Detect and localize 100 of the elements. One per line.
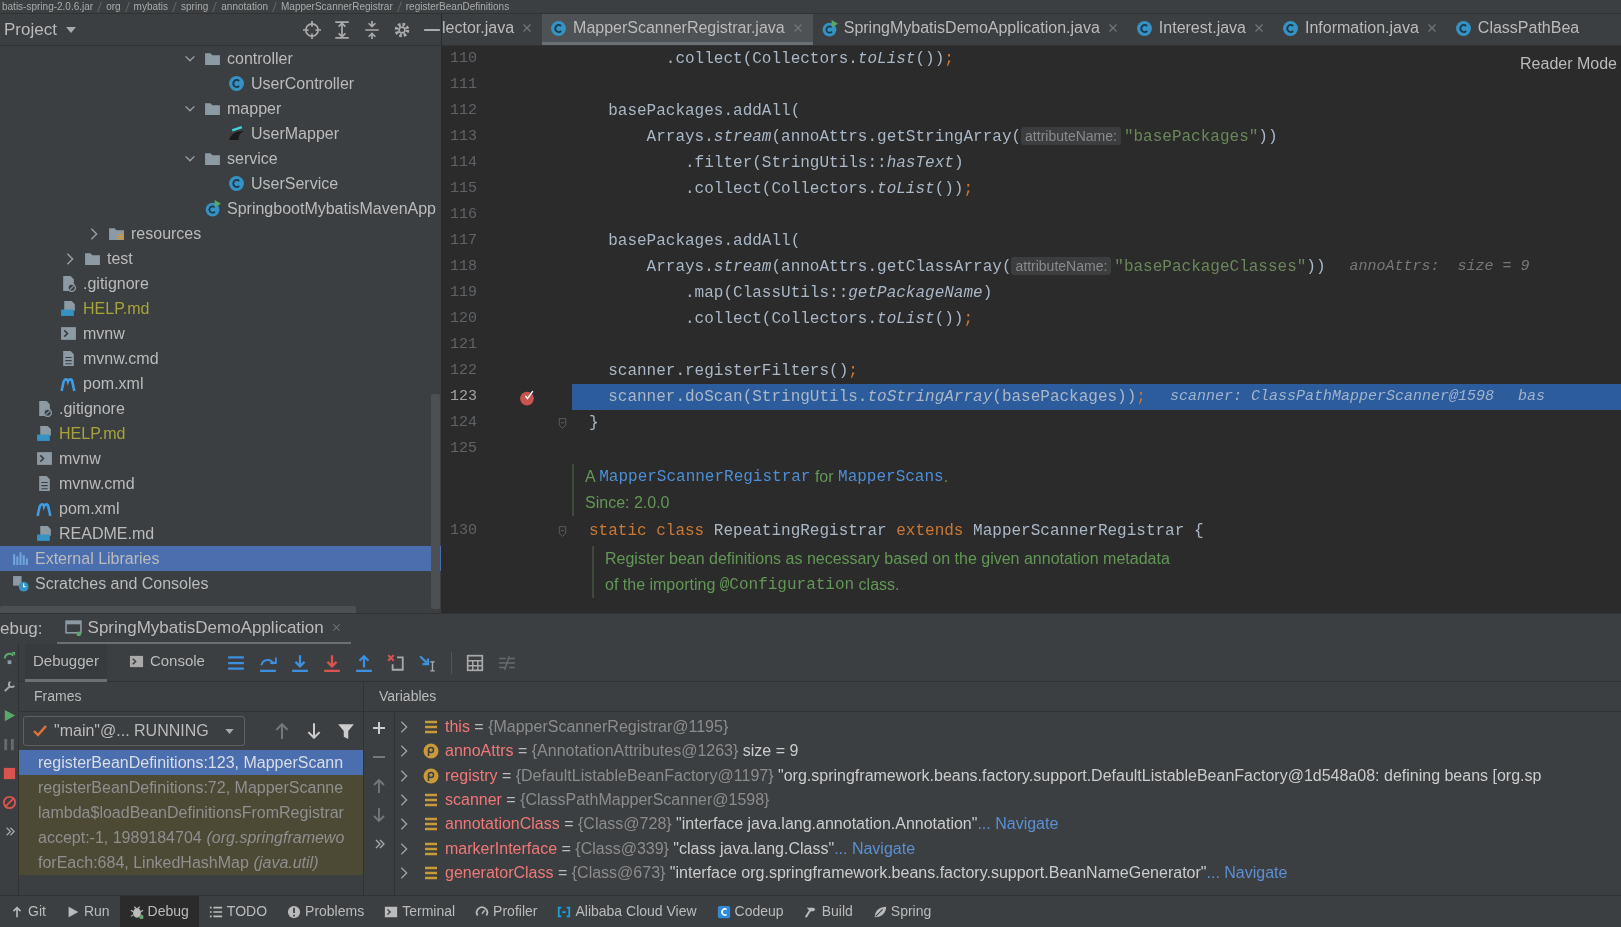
tree-row[interactable]: UserMapper [0,121,441,146]
object-reference: {Class@339} [575,838,669,859]
tool-window-button[interactable]: Codeup [706,895,794,927]
tree-row[interactable]: mvnw [0,321,441,346]
tree-row[interactable]: .gitignore [0,271,441,296]
breadcrumb[interactable]: spring [181,0,209,13]
project-dropdown[interactable]: Project [4,16,79,43]
tool-window-button[interactable]: Build [793,895,863,927]
stop-icon[interactable] [1,766,17,781]
tool-window-button[interactable]: Run [55,895,120,927]
tool-window-button[interactable]: Spring [862,895,942,927]
navigate-link[interactable]: ... Navigate [834,836,916,861]
tree-row[interactable]: mvnw.cmd [0,471,441,496]
parameter-hint: attributeName: [1011,257,1112,275]
settings-icon[interactable] [393,20,411,39]
variable-value: size = 9 [741,741,799,762]
ignore-file-icon [60,275,77,292]
tree-row[interactable]: .gitignore [0,396,441,421]
item-label: README.md [59,523,155,544]
breadcrumb[interactable]: registerBeanDefinitions [405,0,510,13]
scrollbar[interactable] [0,606,356,613]
view-tab[interactable]: Console [120,643,213,682]
wrench-icon[interactable] [1,679,17,694]
tool-window-button[interactable]: Debug [119,895,199,927]
tool-window-button[interactable]: Git [0,895,56,927]
tree-row[interactable]: HELP.md [0,296,441,321]
item-label: UserService [251,173,339,194]
force-step-into-icon[interactable] [322,653,341,672]
editor-tab[interactable]: SpringMybatisDemoApplication.java [812,14,1128,45]
parameter-icon [423,767,439,784]
editor-tab[interactable]: MapperScannerRegistrar.java [542,14,813,45]
doc-comment: Register bean definitions as necessary based on the given annotation metadata [605,549,1171,569]
code-line: .collect(Collectors.toList()); [664,49,954,70]
breadcrumb[interactable]: org [106,0,121,13]
tree-row[interactable]: UserController [0,71,441,96]
breadcrumb[interactable]: MapperScannerRegistrar [281,0,393,13]
tree-row[interactable]: SpringbootMybatisMavenApp [0,196,441,221]
field-icon [423,719,439,736]
item-label: .gitignore [59,398,125,419]
text-file-icon [36,475,53,492]
editor-tab[interactable]: Interest.java [1127,14,1274,45]
step-out-icon[interactable] [354,653,373,672]
editor-tab[interactable]: ClassPathBea [1446,14,1588,45]
stack-frame[interactable]: forEach:684, LinkedHashMap (java.util) [19,850,363,875]
line-number: 115 [449,178,478,199]
tree-row[interactable]: mvnw.cmd [0,346,441,371]
breadcrumb[interactable]: annotation [221,0,269,13]
tree-row[interactable]: HELP.md [0,421,441,446]
editor-tab[interactable]: Information.java [1274,14,1447,45]
tree-row[interactable]: controller [0,46,441,71]
arrow-down-icon[interactable] [305,722,323,740]
mute-breakpoints-icon[interactable] [1,795,17,810]
tool-window-button[interactable]: Problems [277,895,375,927]
expand-all-icon[interactable] [333,20,351,39]
navigate-link[interactable]: ... Navigate [977,812,1059,837]
run-to-cursor-icon[interactable] [418,653,437,672]
list-icon[interactable] [226,653,245,672]
field-icon [423,864,439,881]
scrollbar[interactable] [431,394,440,609]
doc-link[interactable]: MapperScans [838,465,944,489]
breadcrumb[interactable]: mybatis [133,0,169,13]
thread-dropdown[interactable]: "main"@... RUNNING [23,716,245,746]
tree-row[interactable]: mvnw [0,446,441,471]
tool-window-button[interactable]: TODO [198,895,278,927]
tree-row[interactable]: pom.xml [0,371,441,396]
item-label: UserController [251,73,355,94]
tree-row[interactable]: UserService [0,171,441,196]
stack-frame[interactable]: registerBeanDefinitions:72, MapperScanne [19,775,363,800]
tree-row[interactable]: Scratches and Consoles [0,571,441,596]
rerun-icon[interactable] [1,650,17,665]
variable-value: "class java.lang.Class" [672,838,835,859]
add-icon[interactable] [371,720,387,736]
filter-icon[interactable] [337,722,355,740]
tree-row[interactable]: service [0,146,441,171]
locate-icon[interactable] [303,20,321,39]
navigate-link[interactable]: ... Navigate [1206,860,1288,885]
tree-row[interactable]: README.md [0,521,441,546]
step-into-icon[interactable] [290,653,309,672]
debug-label: ebug: [0,618,43,641]
editor-tab[interactable]: lector.java [442,14,543,45]
doc-link[interactable]: MapperScannerRegistrar [599,465,811,489]
tree-row[interactable]: mapper [0,96,441,121]
breadcrumb[interactable]: batis-spring-2.0.6.jar [2,0,94,13]
tree-row[interactable]: resources [0,221,441,246]
tree-row[interactable]: pom.xml [0,496,441,521]
stack-frame[interactable]: lambda$loadBeanDefinitionsFromRegistrar [19,800,363,825]
stack-frame[interactable]: accept:-1, 1989184704 (org.springframewo [19,825,363,850]
breakpoint-icon[interactable] [518,388,536,406]
tool-window-button[interactable]: Profiler [465,895,548,927]
tool-window-button[interactable]: Terminal [374,895,466,927]
tool-window-button[interactable]: Alibaba Cloud View [547,895,707,927]
code-line: } [589,413,599,434]
code-line: static class RepeatingRegistrar extends MapperScannerRegistrar { [589,521,1204,542]
collapse-all-icon[interactable] [363,20,381,39]
calculator-icon[interactable] [465,653,484,672]
stack-frame[interactable]: registerBeanDefinitions:123, MapperScann [19,750,363,775]
drop-frame-icon[interactable] [386,653,405,672]
view-tab[interactable]: Debugger [25,643,107,682]
item-label: HELP.md [59,423,126,444]
tree-row[interactable]: test [0,246,441,271]
